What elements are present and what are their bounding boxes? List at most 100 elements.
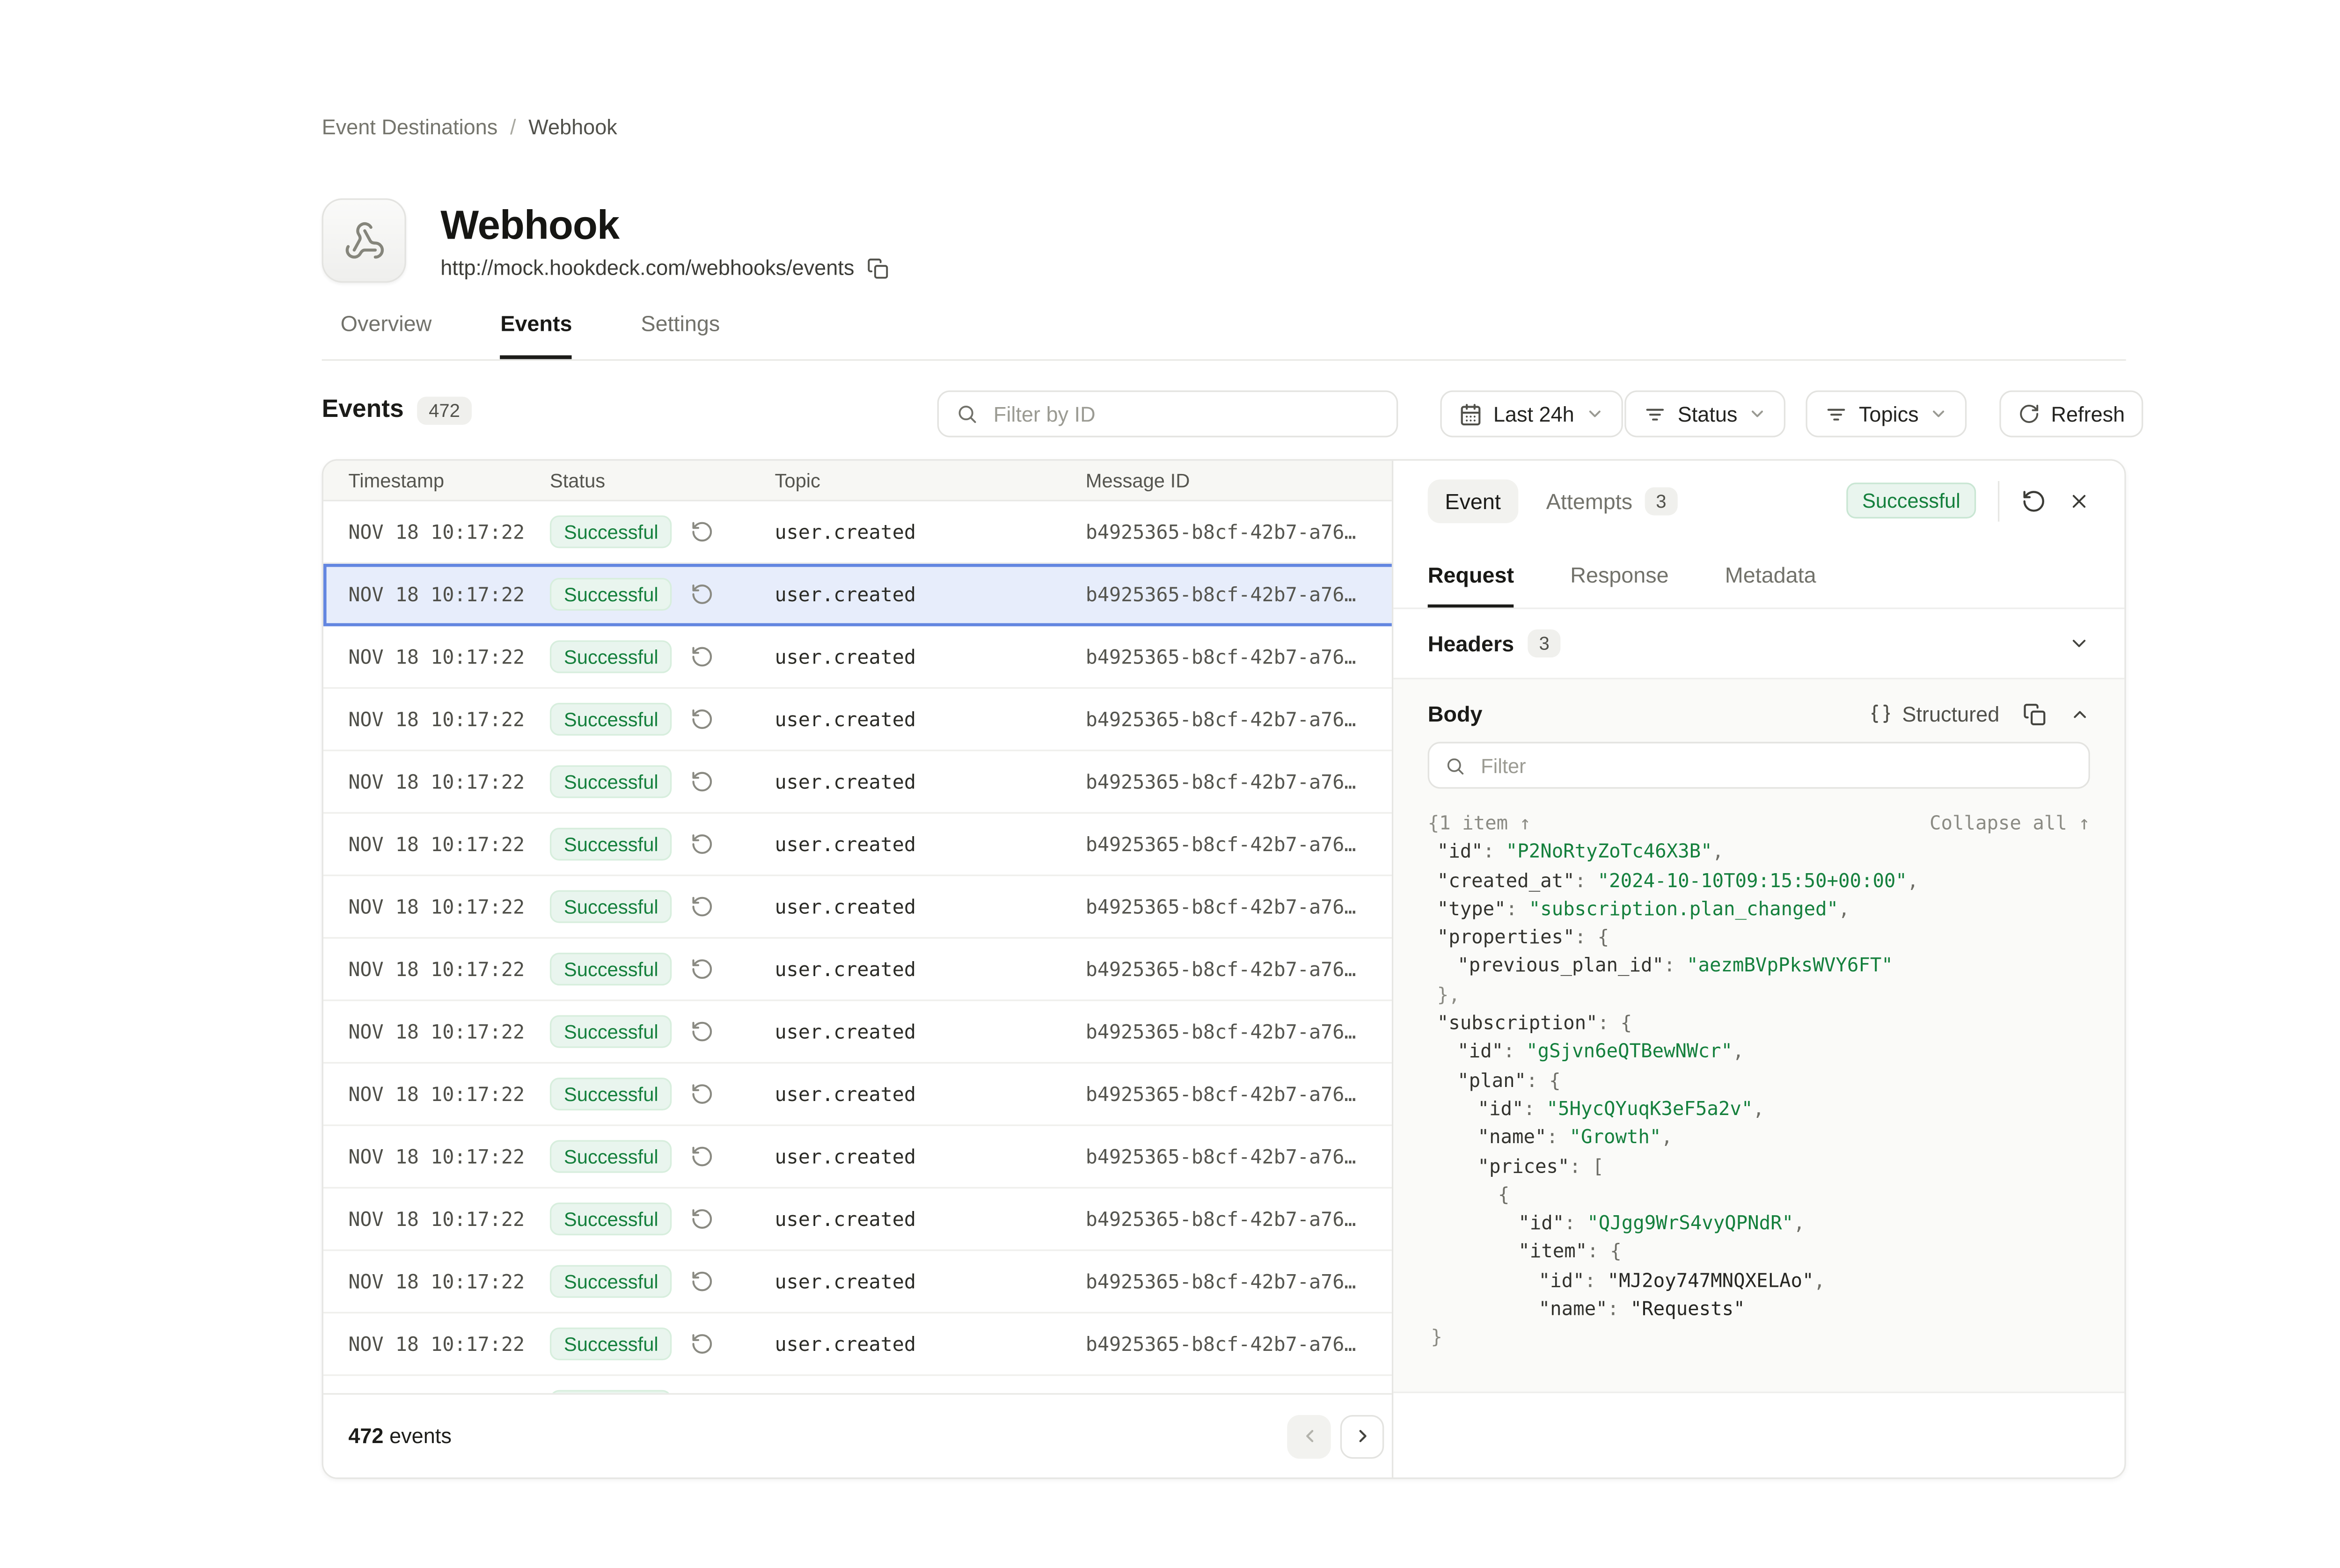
- structured-view-toggle[interactable]: Structured: [1869, 702, 1999, 725]
- table-row[interactable]: NOV 18 10:17:22Successfuluser.createdb49…: [323, 1001, 1397, 1064]
- body-filter-input-wrap: [1428, 742, 2090, 788]
- chevron-down-icon: [1585, 404, 1604, 423]
- headers-section-title: Headers: [1428, 631, 1514, 656]
- retry-icon[interactable]: [691, 1207, 715, 1231]
- json-line: "prices": [: [1428, 1152, 2090, 1181]
- table-row[interactable]: NOV 18 10:17:22Successfuluser.createdb49…: [323, 876, 1397, 939]
- status-badge: Successful: [550, 953, 673, 985]
- json-line: "id": "P2NoRtyZoTc46X3B",: [1428, 838, 2090, 866]
- retry-event-icon[interactable]: [2021, 488, 2046, 513]
- retry-icon: [691, 645, 715, 668]
- json-line: "id": "QJgg9WrS4vyQPNdR",: [1428, 1209, 2090, 1238]
- retry-icon[interactable]: [691, 1020, 715, 1043]
- chevron-down-icon[interactable]: [2068, 633, 2090, 655]
- retry-icon: [691, 1207, 715, 1231]
- collapse-all-button[interactable]: Collapse all ↑: [1930, 809, 2090, 838]
- events-section-title: Events: [322, 397, 404, 425]
- retry-icon: [691, 1270, 715, 1293]
- date-range-button[interactable]: Last 24h: [1440, 390, 1623, 437]
- status-badge: Successful: [550, 640, 673, 673]
- body-filter-input[interactable]: [1477, 752, 2073, 779]
- status-badge: Successful: [550, 578, 673, 611]
- tab-events[interactable]: Events: [500, 311, 572, 359]
- tab-settings[interactable]: Settings: [641, 311, 720, 359]
- column-header-topic: Topic: [775, 469, 1086, 491]
- json-line: {: [1428, 1181, 2090, 1209]
- copy-url-icon[interactable]: [867, 257, 889, 279]
- topics-filter-button[interactable]: Topics: [1806, 390, 1967, 437]
- braces-icon: [1869, 703, 1891, 725]
- table-row[interactable]: NOV 18 10:17:22Successfuluser.createdb49…: [323, 1251, 1397, 1314]
- json-viewer: {1 item ↑ Collapse all ↑ "id": "P2NoRtyZ…: [1393, 809, 2124, 1352]
- table-footer: 472 events: [323, 1393, 1397, 1477]
- retry-icon[interactable]: [691, 1145, 715, 1168]
- breadcrumb-parent[interactable]: Event Destinations: [322, 116, 498, 139]
- panel-tab-attempts[interactable]: Attempts 3: [1546, 487, 1677, 515]
- status-badge: Successful: [550, 1078, 673, 1110]
- status-badge: Successful: [550, 515, 673, 548]
- column-header-status: Status: [550, 469, 775, 491]
- retry-icon[interactable]: [691, 1332, 715, 1356]
- retry-icon[interactable]: [691, 1082, 715, 1106]
- json-line: "subscription": {: [1428, 1009, 2090, 1037]
- table-header-row: Timestamp Status Topic Message ID: [323, 461, 1397, 502]
- chevron-left-icon: [1299, 1426, 1319, 1446]
- status-badge: Successful: [550, 1327, 673, 1360]
- table-row[interactable]: NOV 18 10:17:22Successfuluser.createdb49…: [323, 564, 1397, 627]
- panel-header: Event Attempts 3 Successful: [1393, 461, 2124, 540]
- status-filter-button[interactable]: Status: [1624, 390, 1786, 437]
- column-header-timestamp: Timestamp: [323, 469, 550, 491]
- breadcrumb-separator: /: [510, 116, 516, 139]
- retry-icon[interactable]: [691, 707, 715, 731]
- status-badge: Successful: [550, 890, 673, 923]
- tab-overview[interactable]: Overview: [341, 311, 432, 359]
- headers-section-toggle[interactable]: Headers 3: [1393, 609, 2124, 679]
- retry-icon[interactable]: [691, 895, 715, 919]
- table-row[interactable]: NOV 18 10:17:22Successfuluser.createdb49…: [323, 1064, 1397, 1126]
- retry-icon[interactable]: [691, 1270, 715, 1293]
- table-row[interactable]: NOV 18 10:17:22Successfuluser.createdb49…: [323, 1126, 1397, 1189]
- copy-body-icon[interactable]: [2023, 702, 2046, 725]
- panel-tab-event[interactable]: Event: [1428, 479, 1518, 522]
- table-body: NOV 18 10:17:22Successfuluser.createdb49…: [323, 501, 1397, 1438]
- retry-icon: [691, 770, 715, 794]
- table-row[interactable]: NOV 18 10:17:22Successfuluser.createdb49…: [323, 939, 1397, 1001]
- table-row[interactable]: NOV 18 10:17:22Successfuluser.createdb49…: [323, 689, 1397, 751]
- filter-by-id-input[interactable]: [990, 401, 1379, 427]
- retry-icon[interactable]: [691, 583, 715, 606]
- retry-icon[interactable]: [691, 832, 715, 856]
- close-panel-icon[interactable]: [2068, 489, 2090, 511]
- webhook-url: http://mock.hookdeck.com/webhooks/events: [440, 256, 854, 279]
- table-row[interactable]: NOV 18 10:17:22Successfuluser.createdb49…: [323, 814, 1397, 876]
- refresh-button[interactable]: Refresh: [1999, 390, 2143, 437]
- json-item-count[interactable]: {1 item ↑: [1428, 809, 1531, 838]
- table-row[interactable]: NOV 18 10:17:22Successfuluser.createdb49…: [323, 751, 1397, 814]
- table-row[interactable]: NOV 18 10:17:22Successfuluser.createdb49…: [323, 1313, 1397, 1376]
- page-tabs: Overview Events Settings: [322, 311, 2126, 361]
- tab-metadata[interactable]: Metadata: [1725, 562, 1816, 608]
- retry-icon: [691, 520, 715, 543]
- prev-page-button[interactable]: [1287, 1414, 1331, 1458]
- headers-count-badge: 3: [1528, 629, 1560, 657]
- tab-response[interactable]: Response: [1570, 562, 1668, 608]
- table-row[interactable]: NOV 18 10:17:22Successfuluser.createdb49…: [323, 626, 1397, 689]
- table-row[interactable]: NOV 18 10:17:22Successfuluser.createdb49…: [323, 501, 1397, 564]
- calendar-icon: [1459, 402, 1482, 425]
- collapse-body-icon[interactable]: [2069, 704, 2090, 724]
- search-icon: [1445, 755, 1465, 775]
- tab-request[interactable]: Request: [1428, 562, 1514, 608]
- chevron-down-icon: [1748, 404, 1767, 423]
- status-badge: Successful: [550, 1015, 673, 1048]
- body-section: Body Structured: [1393, 679, 2124, 1393]
- retry-icon[interactable]: [691, 520, 715, 543]
- json-line: "name": "Requests": [1428, 1295, 2090, 1323]
- table-row[interactable]: NOV 18 10:17:22Successfuluser.createdb49…: [323, 1189, 1397, 1251]
- json-line: "id": "MJ2oy747MNQXELAo",: [1428, 1266, 2090, 1295]
- json-lines: "id": "P2NoRtyZoTc46X3B","created_at": "…: [1428, 838, 2090, 1352]
- retry-icon: [691, 832, 715, 856]
- next-page-button[interactable]: [1340, 1414, 1384, 1458]
- retry-icon[interactable]: [691, 770, 715, 794]
- filter-lines-icon: [1824, 402, 1848, 425]
- retry-icon[interactable]: [691, 957, 715, 981]
- retry-icon[interactable]: [691, 645, 715, 668]
